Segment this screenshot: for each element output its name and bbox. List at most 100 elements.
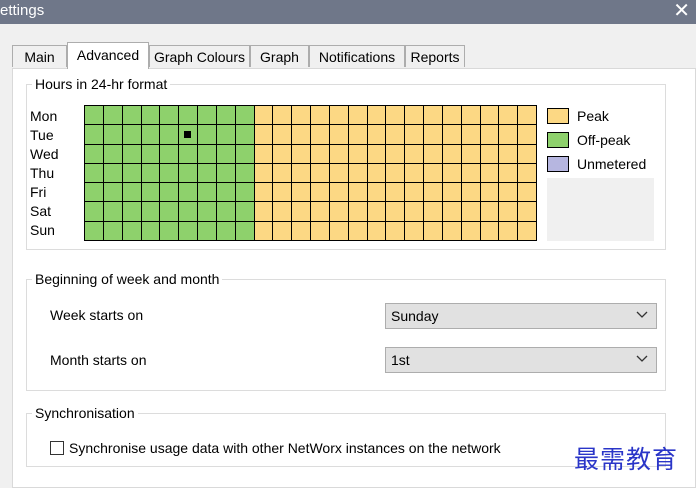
hour-cell[interactable] bbox=[442, 221, 461, 240]
hour-cell[interactable] bbox=[386, 202, 405, 221]
hour-cell[interactable] bbox=[311, 163, 329, 183]
hour-cell[interactable] bbox=[160, 202, 179, 221]
week-starts-select[interactable]: Sunday bbox=[385, 303, 657, 329]
hour-cell[interactable] bbox=[254, 144, 273, 163]
hour-cell[interactable] bbox=[518, 125, 536, 144]
hour-cell[interactable] bbox=[348, 144, 367, 163]
hour-cell[interactable] bbox=[122, 125, 141, 144]
hour-cell[interactable] bbox=[235, 144, 254, 163]
hour-cell[interactable] bbox=[122, 183, 141, 202]
hour-cell[interactable] bbox=[254, 221, 273, 240]
hour-cell[interactable] bbox=[122, 106, 141, 125]
hour-cell[interactable] bbox=[311, 144, 329, 163]
hour-cell[interactable] bbox=[85, 202, 103, 221]
hour-cell[interactable] bbox=[442, 183, 461, 202]
tab-main[interactable]: Main bbox=[12, 45, 67, 67]
hour-cell[interactable] bbox=[329, 144, 348, 163]
hour-cell[interactable] bbox=[499, 221, 518, 240]
hour-cell[interactable] bbox=[424, 144, 442, 163]
offpeak-swatch[interactable] bbox=[547, 132, 569, 148]
hour-cell[interactable] bbox=[103, 221, 122, 240]
hour-cell[interactable] bbox=[386, 144, 405, 163]
sync-checkbox[interactable] bbox=[50, 441, 64, 455]
unmetered-swatch[interactable] bbox=[547, 156, 569, 172]
hour-cell[interactable] bbox=[329, 202, 348, 221]
hour-cell[interactable] bbox=[179, 221, 197, 240]
hour-cell[interactable] bbox=[235, 125, 254, 144]
hour-cell[interactable] bbox=[480, 106, 499, 125]
hour-cell[interactable] bbox=[254, 106, 273, 125]
hour-cell[interactable] bbox=[292, 106, 310, 125]
hour-cell[interactable] bbox=[122, 163, 141, 183]
hour-cell[interactable] bbox=[499, 202, 518, 221]
hour-cell[interactable] bbox=[329, 183, 348, 202]
hour-cell[interactable] bbox=[235, 106, 254, 125]
hour-cell[interactable] bbox=[103, 125, 122, 144]
hour-cell[interactable] bbox=[442, 163, 461, 183]
hour-cell[interactable] bbox=[424, 183, 442, 202]
hour-cell[interactable] bbox=[405, 106, 423, 125]
tab-graph-colours[interactable]: Graph Colours bbox=[149, 45, 250, 67]
hour-cell[interactable] bbox=[499, 163, 518, 183]
hour-cell[interactable] bbox=[461, 221, 480, 240]
hour-cell[interactable] bbox=[442, 125, 461, 144]
hour-cell[interactable] bbox=[85, 106, 103, 125]
hour-cell[interactable] bbox=[442, 144, 461, 163]
hour-cell[interactable] bbox=[103, 144, 122, 163]
hour-cell[interactable] bbox=[216, 183, 235, 202]
hour-cell[interactable] bbox=[122, 202, 141, 221]
peak-swatch[interactable] bbox=[547, 108, 569, 124]
hour-cell[interactable] bbox=[273, 163, 292, 183]
hour-cell[interactable] bbox=[216, 144, 235, 163]
hour-cell[interactable] bbox=[480, 163, 499, 183]
hour-cell[interactable] bbox=[122, 144, 141, 163]
tab-notifications[interactable]: Notifications bbox=[309, 45, 405, 67]
hour-cell[interactable] bbox=[424, 202, 442, 221]
hour-cell[interactable] bbox=[141, 144, 160, 163]
hour-cell[interactable] bbox=[518, 144, 536, 163]
hour-cell[interactable] bbox=[424, 125, 442, 144]
hour-cell[interactable] bbox=[518, 221, 536, 240]
hour-cell[interactable] bbox=[405, 183, 423, 202]
hour-cell[interactable] bbox=[367, 106, 386, 125]
hour-cell[interactable] bbox=[405, 144, 423, 163]
hour-cell[interactable] bbox=[141, 183, 160, 202]
tab-reports[interactable]: Reports bbox=[405, 45, 465, 67]
hour-cell[interactable] bbox=[461, 106, 480, 125]
hour-cell[interactable] bbox=[198, 125, 216, 144]
hour-cell[interactable] bbox=[273, 106, 292, 125]
hour-cell[interactable] bbox=[141, 202, 160, 221]
hour-cell[interactable] bbox=[424, 163, 442, 183]
hour-cell[interactable] bbox=[141, 125, 160, 144]
hour-cell[interactable] bbox=[254, 202, 273, 221]
hour-cell[interactable] bbox=[179, 144, 197, 163]
hour-cell[interactable] bbox=[367, 125, 386, 144]
hour-cell[interactable] bbox=[85, 221, 103, 240]
hour-cell[interactable] bbox=[311, 221, 329, 240]
hour-grid[interactable] bbox=[84, 105, 537, 241]
hour-cell[interactable] bbox=[235, 183, 254, 202]
hour-cell[interactable] bbox=[273, 144, 292, 163]
hour-cell[interactable] bbox=[329, 106, 348, 125]
hour-cell[interactable] bbox=[386, 183, 405, 202]
hour-cell[interactable] bbox=[85, 163, 103, 183]
hour-cell[interactable] bbox=[461, 144, 480, 163]
hour-cell[interactable] bbox=[480, 125, 499, 144]
hour-cell[interactable] bbox=[273, 183, 292, 202]
hour-cell[interactable] bbox=[198, 144, 216, 163]
hour-cell[interactable] bbox=[103, 183, 122, 202]
hour-cell[interactable] bbox=[235, 202, 254, 221]
hour-cell[interactable] bbox=[329, 125, 348, 144]
hour-cell[interactable] bbox=[235, 221, 254, 240]
hour-cell[interactable] bbox=[367, 163, 386, 183]
hour-cell[interactable] bbox=[198, 163, 216, 183]
hour-cell[interactable] bbox=[480, 183, 499, 202]
hour-cell[interactable] bbox=[311, 183, 329, 202]
hour-cell[interactable] bbox=[461, 183, 480, 202]
hour-cell[interactable] bbox=[235, 163, 254, 183]
hour-cell[interactable] bbox=[405, 163, 423, 183]
hour-cell[interactable] bbox=[461, 202, 480, 221]
hour-cell[interactable] bbox=[480, 144, 499, 163]
hour-cell[interactable] bbox=[160, 163, 179, 183]
hour-cell[interactable] bbox=[141, 106, 160, 125]
